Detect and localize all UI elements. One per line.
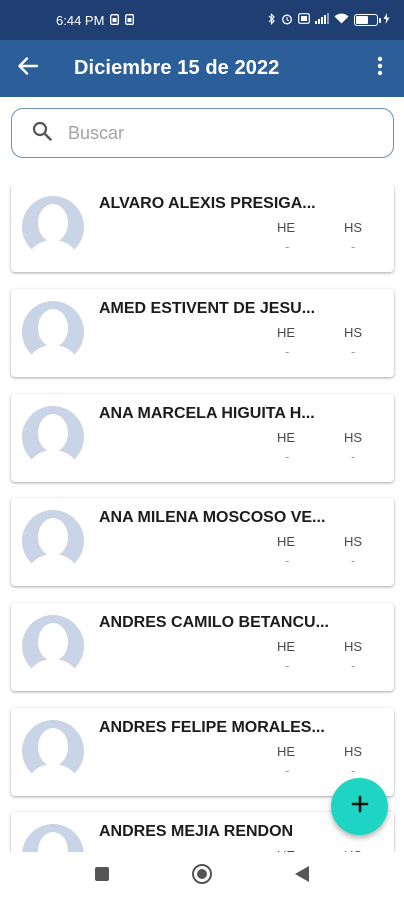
he-label: HE — [277, 744, 296, 759]
employee-name: AMED ESTIVENT DE JESU... — [99, 300, 316, 317]
hs-value: - — [351, 344, 356, 359]
hs-label: HS — [344, 430, 363, 445]
hs-label: HS — [344, 639, 363, 654]
he-label: HE — [277, 220, 296, 235]
bluetooth-icon — [268, 12, 276, 28]
list-item[interactable]: ANA MARCELA HIGUITA H... HE HS - - — [11, 394, 394, 482]
hs-label: HS — [344, 744, 363, 759]
page-title: Diciembre 15 de 2022 — [74, 57, 280, 79]
employee-name: ALVARO ALEXIS PRESIGA... — [99, 195, 316, 212]
employee-name: ANA MARCELA HIGUITA H... — [99, 405, 315, 422]
hs-value: - — [351, 763, 356, 778]
he-value: - — [285, 553, 290, 568]
back-nav-button[interactable] — [290, 864, 314, 888]
avatar — [22, 301, 84, 363]
he-label: HE — [277, 325, 296, 340]
system-nav-bar — [0, 852, 404, 900]
overflow-menu-button[interactable] — [356, 40, 404, 97]
circle-icon — [191, 863, 213, 890]
wifi-icon — [334, 13, 349, 27]
he-label: HE — [277, 534, 296, 549]
he-label: HE — [277, 430, 296, 445]
he-value: - — [285, 239, 290, 254]
square-icon — [94, 866, 110, 887]
hs-label: HS — [344, 220, 363, 235]
screen: 6:44 PM Diciembre 15 de 2022 Buscar ALVA… — [0, 0, 404, 900]
list-item[interactable]: ANA MILENA MOSCOSO VE... HE HS - - — [11, 498, 394, 586]
he-value: - — [285, 449, 290, 464]
recents-button[interactable] — [90, 864, 114, 888]
he-value: - — [285, 763, 290, 778]
avatar — [22, 824, 84, 852]
add-icon — [351, 795, 369, 818]
hs-value: - — [351, 239, 356, 254]
hs-value: - — [351, 449, 356, 464]
list-item[interactable]: AMED ESTIVENT DE JESU... HE HS - - — [11, 289, 394, 377]
search-box[interactable] — [11, 108, 394, 158]
avatar — [22, 196, 84, 258]
signal-icon — [315, 13, 329, 27]
hs-value: - — [351, 553, 356, 568]
search-icon — [32, 121, 52, 146]
employee-list: ALVARO ALEXIS PRESIGA... HE HS - - AMED … — [0, 184, 404, 852]
triangle-back-icon — [294, 865, 310, 888]
avatar — [22, 720, 84, 782]
home-button[interactable] — [190, 863, 214, 890]
he-value: - — [285, 344, 290, 359]
arrow-back-icon — [18, 57, 39, 80]
status-bar: 6:44 PM — [0, 0, 404, 40]
data-icon — [298, 13, 310, 27]
sim-icon — [125, 13, 135, 28]
charging-icon — [383, 13, 390, 27]
app-bar: Diciembre 15 de 2022 — [0, 40, 404, 97]
employee-name: ANDRES FELIPE MORALES... — [99, 719, 325, 736]
add-button[interactable] — [331, 778, 388, 835]
alarm-icon — [281, 13, 293, 28]
employee-name: ANA MILENA MOSCOSO VE... — [99, 509, 326, 526]
sim-icon — [110, 13, 120, 28]
status-left: 6:44 PM — [56, 12, 135, 28]
avatar — [22, 510, 84, 572]
more-vert-icon — [377, 56, 383, 81]
back-button[interactable] — [0, 40, 56, 97]
search-input[interactable] — [68, 122, 348, 144]
status-right — [268, 12, 390, 28]
avatar — [22, 406, 84, 468]
list-item[interactable]: ANDRES CAMILO BETANCU... HE HS - - — [11, 603, 394, 691]
hs-label: HS — [344, 534, 363, 549]
hs-label: HS — [344, 325, 363, 340]
he-value: - — [285, 658, 290, 673]
employee-name: ANDRES CAMILO BETANCU... — [99, 614, 329, 631]
battery-icon — [354, 14, 381, 26]
list-item[interactable]: ANDRES FELIPE MORALES... HE HS - - — [11, 708, 394, 796]
list-item[interactable]: ALVARO ALEXIS PRESIGA... HE HS - - — [11, 184, 394, 272]
status-time: 6:44 PM — [56, 12, 105, 28]
avatar — [22, 615, 84, 677]
employee-name: ANDRES MEJIA RENDON — [99, 823, 294, 840]
he-label: HE — [277, 639, 296, 654]
hs-value: - — [351, 658, 356, 673]
